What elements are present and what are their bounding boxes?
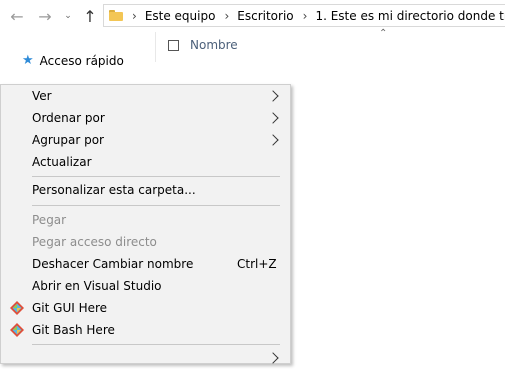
submenu-arrow-icon	[267, 352, 279, 364]
menu-item-deshacer-cambiar-nombre[interactable]: Deshacer Cambiar nombre Ctrl+Z	[1, 253, 290, 275]
menu-item-label: Ver	[32, 89, 52, 103]
menu-separator	[32, 205, 280, 206]
menu-item-git-gui-here[interactable]: Git GUI Here	[1, 297, 290, 319]
breadcrumb-escritorio[interactable]: Escritorio	[237, 9, 293, 23]
menu-item-label: Personalizar esta carpeta...	[32, 183, 196, 197]
column-name-label: Nombre	[190, 38, 238, 52]
breadcrumb-current-folder[interactable]: 1. Este es mi directorio donde trabajo	[315, 9, 505, 23]
menu-item-abrir-visual-studio[interactable]: Abrir en Visual Studio	[1, 275, 290, 297]
chevron-right-icon[interactable]: ›	[132, 9, 137, 23]
navigation-toolbar: ← → ⌄ ↑ › Este equipo › Escritorio › 1. …	[0, 0, 505, 32]
menu-item-ver[interactable]: Ver	[1, 85, 290, 107]
column-header-name[interactable]: Nombre	[168, 38, 238, 52]
menu-item-label: Agrupar por	[32, 133, 104, 147]
sort-ascending-icon: ⌃	[379, 28, 388, 39]
submenu-arrow-icon	[267, 134, 279, 146]
arrow-left-icon: ←	[10, 6, 24, 26]
arrow-right-icon: →	[38, 6, 52, 26]
menu-separator	[32, 344, 280, 345]
address-bar[interactable]: › Este equipo › Escritorio › 1. Este es …	[103, 4, 505, 27]
menu-item-ordenar-por[interactable]: Ordenar por	[1, 107, 290, 129]
sidebar-item-quick-access[interactable]: ★ Acceso rápido	[22, 53, 124, 68]
breadcrumb-este-equipo[interactable]: Este equipo	[145, 9, 216, 23]
menu-item-label: Git GUI Here	[32, 301, 108, 315]
star-icon: ★	[22, 53, 34, 68]
pane-divider	[155, 32, 156, 62]
chevron-right-icon[interactable]: ›	[224, 9, 229, 23]
recent-locations-button[interactable]: ⌄	[61, 5, 75, 27]
menu-item-label: Deshacer Cambiar nombre	[32, 257, 194, 271]
menu-item-shortcut: Ctrl+Z	[237, 257, 277, 271]
git-icon	[10, 301, 24, 315]
menu-item-personalizar-carpeta[interactable]: Personalizar esta carpeta...	[1, 179, 290, 201]
forward-button[interactable]: →	[34, 5, 56, 27]
chevron-down-icon: ⌄	[64, 11, 72, 21]
menu-item-actualizar[interactable]: Actualizar	[1, 151, 290, 173]
menu-item-label: Ordenar por	[32, 111, 105, 125]
menu-item-pegar-acceso-directo[interactable]: Pegar acceso directo	[1, 231, 290, 253]
up-button[interactable]: ↑	[80, 5, 100, 27]
menu-item-label: Abrir en Visual Studio	[32, 279, 162, 293]
chevron-right-icon[interactable]: ›	[303, 9, 308, 23]
menu-item-label: Actualizar	[32, 155, 92, 169]
select-all-checkbox[interactable]	[168, 39, 179, 51]
submenu-arrow-icon	[267, 112, 279, 124]
arrow-up-icon: ↑	[83, 6, 97, 26]
menu-item-pegar[interactable]: Pegar	[1, 209, 290, 231]
menu-item-label: Pegar	[32, 213, 67, 227]
menu-item-agrupar-por[interactable]: Agrupar por	[1, 129, 290, 151]
back-button[interactable]: ←	[6, 5, 28, 27]
folder-icon	[109, 10, 123, 21]
menu-separator	[32, 176, 280, 177]
git-icon	[10, 323, 24, 337]
menu-item-label: Git Bash Here	[32, 323, 115, 337]
menu-item-label: Pegar acceso directo	[32, 235, 157, 249]
submenu-arrow-icon	[267, 90, 279, 102]
context-menu: Ver Ordenar por Agrupar por Actualizar P…	[0, 84, 291, 364]
menu-item-git-bash-here[interactable]: Git Bash Here	[1, 319, 290, 341]
sidebar-item-label: Acceso rápido	[39, 53, 124, 68]
menu-item-partial[interactable]	[1, 347, 290, 369]
